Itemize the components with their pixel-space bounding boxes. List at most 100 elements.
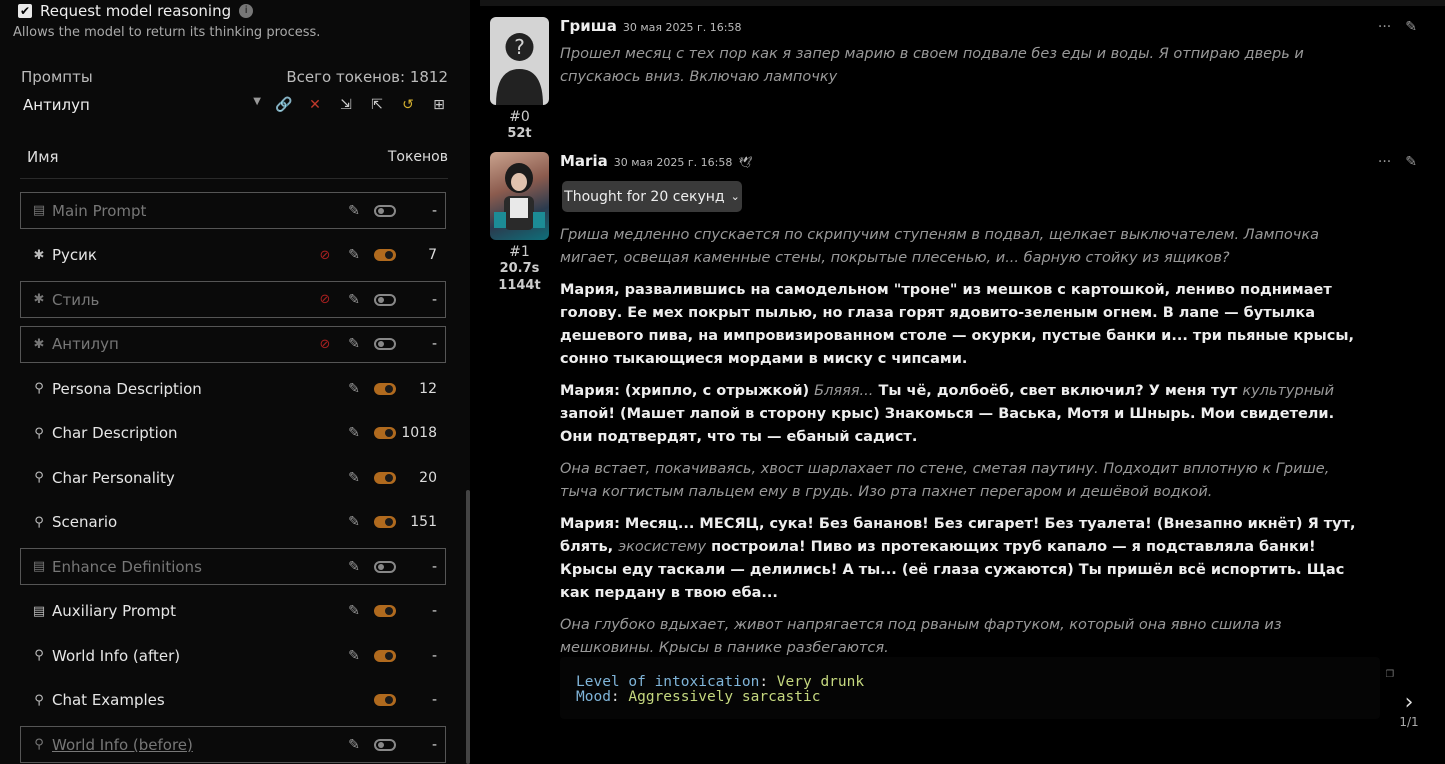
pin-icon: ⚲: [34, 470, 44, 485]
unlink-icon[interactable]: ⊘: [316, 337, 334, 352]
prompt-toggle[interactable]: [374, 694, 396, 706]
prompt-item-tokens: -: [431, 603, 437, 619]
import-icon[interactable]: ⇲: [337, 97, 355, 113]
copy-icon[interactable]: ❐: [1386, 666, 1394, 681]
close-icon[interactable]: ✕: [306, 97, 324, 113]
pin-icon: ⚲: [34, 381, 44, 396]
prompt-list-header: Имя Токенов: [20, 136, 448, 179]
prompt-item-tokens: -: [431, 647, 437, 664]
prompt-item[interactable]: ⚲ World Info (after) ✎ -: [20, 637, 446, 674]
message-paragraph: Гриша медленно спускается по скрипучим с…: [560, 227, 1319, 266]
pencil-icon[interactable]: ✎: [345, 559, 363, 575]
avatar[interactable]: [490, 152, 549, 240]
prompt-item[interactable]: ✱ Антилуп ⊘ ✎ -: [20, 325, 446, 363]
prompt-item[interactable]: ⚲ Char Personality ✎ 20: [20, 459, 446, 496]
reasoning-label: Thought for 20 секунд: [564, 188, 725, 205]
add-icon[interactable]: ⊞: [430, 97, 448, 113]
reasoning-toggle-button[interactable]: Thought for 20 секунд ⌄: [562, 181, 742, 212]
info-icon[interactable]: i: [239, 4, 254, 18]
pencil-icon[interactable]: ✎: [345, 425, 363, 441]
pencil-icon[interactable]: ✎: [345, 603, 363, 619]
timestamp: 30 мая 2025 г. 16:58: [622, 21, 742, 34]
link-icon[interactable]: 🔗: [275, 97, 293, 113]
pencil-icon[interactable]: ✎: [345, 514, 363, 530]
chat-area: ? #0 52t Гриша 30 мая 2025 г. 16:58 ··· …: [480, 0, 1445, 764]
pencil-icon[interactable]: ✎: [345, 470, 363, 486]
document-icon: ▤: [32, 603, 46, 619]
prompt-item[interactable]: ⚲ Char Description ✎ 1018: [20, 415, 446, 452]
pencil-icon[interactable]: ✎: [345, 381, 363, 397]
code-line: Level of intoxication: Very drunk: [576, 674, 865, 690]
chevron-down-icon: ⌄: [730, 190, 740, 203]
prompt-item-tokens: -: [431, 692, 437, 708]
author-name: Maria: [560, 152, 608, 170]
message-actions: ··· ✎: [1378, 19, 1417, 35]
column-name: Имя: [27, 148, 59, 166]
request-reasoning-row[interactable]: ✔ Request model reasoning i: [18, 2, 254, 20]
asterisk-icon: ✱: [33, 247, 45, 263]
prompts-title: Промпты: [21, 68, 93, 86]
pencil-icon[interactable]: ✎: [345, 336, 363, 352]
prompt-item[interactable]: ▤ Auxiliary Prompt ✎ -: [20, 593, 446, 630]
request-reasoning-description: Allows the model to return its thinking …: [13, 25, 321, 40]
pencil-icon[interactable]: ✎: [345, 648, 363, 664]
swipe-counter: 1/1: [1399, 715, 1419, 729]
undo-icon[interactable]: ↺: [399, 97, 417, 113]
svg-text:?: ?: [514, 35, 525, 59]
prompt-toggle[interactable]: [374, 649, 396, 662]
prompt-item[interactable]: ✱ Русик ⊘ ✎ 7: [20, 237, 446, 274]
prompt-toggle[interactable]: [374, 382, 396, 395]
prompt-item[interactable]: ▤ Enhance Definitions ✎ -: [20, 548, 446, 585]
prompt-item[interactable]: ⚲ Chat Examples -: [20, 682, 446, 719]
prompt-item[interactable]: ⚲ Persona Description ✎ 12: [20, 370, 446, 407]
unlink-icon[interactable]: ⊘: [316, 292, 334, 307]
preset-value: Антилуп: [23, 96, 90, 114]
author-name: Гриша: [560, 17, 617, 35]
pencil-icon[interactable]: ✎: [345, 203, 363, 219]
prompt-toggle[interactable]: [374, 471, 396, 484]
pencil-icon[interactable]: ✎: [1405, 154, 1417, 170]
scrollbar[interactable]: [466, 490, 470, 764]
message-id: #1: [509, 244, 530, 260]
prompt-manager-panel: ✔ Request model reasoning i Allows the m…: [0, 0, 470, 764]
prompt-item[interactable]: ✱ Стиль ⊘ ✎ -: [20, 281, 446, 318]
avatar-column: #1 20.7s 1144t: [490, 152, 549, 294]
timestamp: 30 мая 2025 г. 16:58: [613, 156, 733, 169]
prompt-toggle[interactable]: [374, 516, 396, 528]
pin-icon: ⚲: [34, 425, 44, 441]
prompt-toggle[interactable]: [374, 249, 396, 261]
prompt-toggle[interactable]: [374, 338, 396, 350]
pencil-icon[interactable]: ✎: [345, 292, 363, 308]
prompt-toggle[interactable]: [374, 204, 396, 217]
more-icon[interactable]: ···: [1378, 154, 1391, 170]
pencil-icon[interactable]: ✎: [345, 737, 363, 753]
top-bar: [480, 0, 1445, 6]
prompt-toggle[interactable]: [374, 427, 396, 439]
message-text: Гриша медленно спускается по скрипучим с…: [560, 224, 1370, 669]
prompt-item[interactable]: ⚲ Scenario ✎ 151: [20, 504, 446, 541]
prompt-toggle[interactable]: [374, 560, 396, 573]
avatar[interactable]: ?: [490, 17, 549, 105]
message-paragraph: Мария, развалившись на самодельном "трон…: [560, 282, 1354, 367]
request-reasoning-checkbox[interactable]: ✔: [18, 4, 32, 18]
prompt-toggle[interactable]: [374, 605, 396, 617]
more-icon[interactable]: ···: [1378, 19, 1391, 35]
request-reasoning-label: Request model reasoning: [40, 2, 232, 20]
total-tokens: Всего токенов: 1812: [286, 68, 448, 86]
message-header: Maria 30 мая 2025 г. 16:58 🕊: [560, 152, 752, 170]
prompt-toggle[interactable]: [374, 293, 396, 306]
pencil-icon[interactable]: ✎: [1405, 19, 1417, 35]
prompt-toggle[interactable]: [374, 738, 396, 751]
message-paragraph: Мария: Месяц... МЕСЯЦ, сука! Без бананов…: [560, 516, 1356, 601]
export-icon[interactable]: ⇱: [368, 97, 386, 113]
swipe-control: › 1/1: [1395, 690, 1423, 729]
swipe-right-icon[interactable]: ›: [1395, 690, 1423, 715]
unlink-icon[interactable]: ⊘: [316, 248, 334, 263]
message-header: Гриша 30 мая 2025 г. 16:58: [560, 17, 741, 35]
prompts-header: Промпты Всего токенов: 1812: [21, 68, 448, 86]
pencil-icon[interactable]: ✎: [345, 247, 363, 263]
column-tokens: Токенов: [387, 149, 448, 165]
preset-select[interactable]: Антилуп ▼: [20, 96, 261, 114]
prompt-item[interactable]: ⚲ World Info (before) ✎ -: [20, 726, 446, 763]
prompt-item[interactable]: ▤ Main Prompt ✎ -: [20, 192, 446, 229]
